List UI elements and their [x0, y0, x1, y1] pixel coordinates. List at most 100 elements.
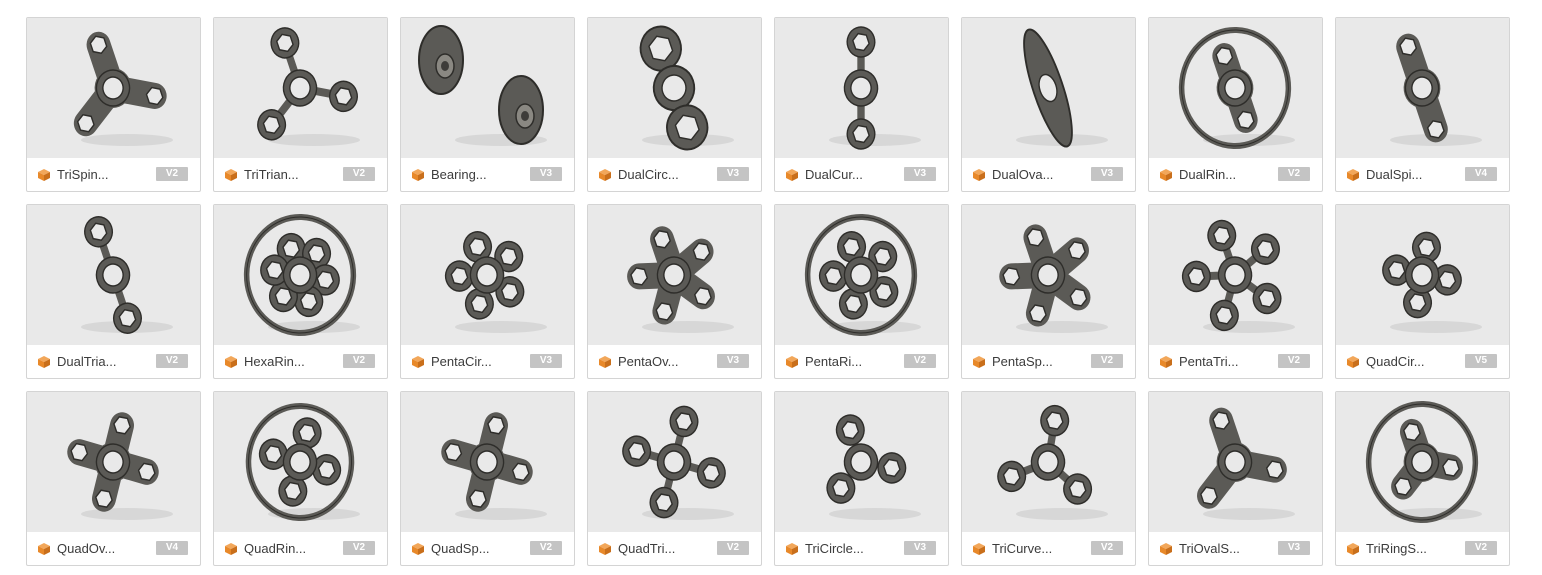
design-card[interactable]: PentaOv... V3 — [587, 204, 762, 379]
design-cube-icon — [599, 168, 611, 181]
design-cube-icon — [225, 168, 237, 181]
version-badge: V2 — [343, 167, 375, 181]
card-footer: DualRin... V2 — [1149, 158, 1322, 191]
version-badge: V2 — [717, 541, 749, 555]
fidget-spinner-model-image — [804, 214, 921, 336]
fidget-spinner-model-image — [418, 25, 547, 146]
design-cube-icon — [412, 168, 424, 181]
design-card[interactable]: TriCurve... V2 — [961, 391, 1136, 566]
design-thumbnail — [401, 392, 574, 532]
card-footer: DualOva... V3 — [962, 158, 1135, 191]
design-thumbnail — [214, 205, 387, 345]
card-footer: PentaCir... V3 — [401, 345, 574, 378]
design-thumbnail — [214, 392, 387, 532]
card-footer: PentaTri... V2 — [1149, 345, 1322, 378]
version-badge: V2 — [904, 354, 936, 368]
design-card[interactable]: PentaTri... V2 — [1148, 204, 1323, 379]
design-name: PentaSp... — [992, 354, 1053, 369]
design-card[interactable]: TriSpin... V2 — [26, 17, 201, 192]
design-card[interactable]: TriRingS... V2 — [1335, 391, 1510, 566]
fidget-spinner-model-image — [81, 216, 173, 334]
fidget-spinner-model-image — [1016, 28, 1108, 148]
design-thumbnail — [1336, 205, 1509, 345]
version-badge: V2 — [1278, 167, 1310, 181]
design-card[interactable]: QuadCir... V5 — [1335, 204, 1510, 379]
design-cube-icon — [225, 355, 237, 368]
design-cube-icon — [1347, 168, 1359, 181]
design-card[interactable]: DualOva... V3 — [961, 17, 1136, 192]
fidget-spinner-model-image — [444, 231, 547, 333]
card-footer: TriOvalS... V3 — [1149, 532, 1322, 565]
design-thumbnail — [214, 18, 387, 158]
design-card[interactable]: PentaRi... V2 — [774, 204, 949, 379]
design-thumbnail — [27, 205, 200, 345]
design-card[interactable]: DualSpi... V4 — [1335, 17, 1510, 192]
design-card[interactable]: QuadSp... V2 — [400, 391, 575, 566]
card-footer: DualCur... V3 — [775, 158, 948, 191]
design-cube-icon — [412, 355, 424, 368]
design-thumbnail — [588, 392, 761, 532]
design-card[interactable]: Bearing... V3 — [400, 17, 575, 192]
fidget-spinner-model-image — [997, 404, 1108, 520]
design-card[interactable]: PentaCir... V3 — [400, 204, 575, 379]
card-footer: TriRingS... V2 — [1336, 532, 1509, 565]
design-cube-icon — [786, 355, 798, 368]
version-badge: V2 — [1091, 354, 1123, 368]
design-card[interactable]: DualTria... V2 — [26, 204, 201, 379]
card-footer: QuadCir... V5 — [1336, 345, 1509, 378]
fidget-spinner-model-image — [826, 414, 921, 520]
version-badge: V4 — [156, 541, 188, 555]
version-badge: V2 — [1465, 541, 1497, 555]
design-card[interactable]: PentaSp... V2 — [961, 204, 1136, 379]
design-card[interactable]: QuadRin... V2 — [213, 391, 388, 566]
version-badge: V3 — [717, 167, 749, 181]
design-card[interactable]: DualCur... V3 — [774, 17, 949, 192]
version-badge: V2 — [1091, 541, 1123, 555]
design-name: HexaRin... — [244, 354, 305, 369]
fidget-spinner-model-image — [622, 405, 734, 520]
card-footer: PentaSp... V2 — [962, 345, 1135, 378]
design-card[interactable]: QuadTri... V2 — [587, 391, 762, 566]
design-name: TriCircle... — [805, 541, 864, 556]
design-thumbnail — [588, 18, 761, 158]
design-name: TriTrian... — [244, 167, 299, 182]
card-footer: DualCirc... V3 — [588, 158, 761, 191]
design-thumbnail — [401, 205, 574, 345]
version-badge: V2 — [156, 167, 188, 181]
design-cube-icon — [1160, 542, 1172, 555]
design-name: PentaOv... — [618, 354, 679, 369]
card-footer: PentaOv... V3 — [588, 345, 761, 378]
design-card[interactable]: TriOvalS... V3 — [1148, 391, 1323, 566]
design-thumbnail — [1336, 18, 1509, 158]
version-badge: V3 — [1091, 167, 1123, 181]
card-footer: TriSpin... V2 — [27, 158, 200, 191]
design-name: DualOva... — [992, 167, 1054, 182]
design-card[interactable]: DualCirc... V3 — [587, 17, 762, 192]
design-card[interactable]: TriCircle... V3 — [774, 391, 949, 566]
fidget-spinner-model-image — [73, 31, 173, 146]
design-name: DualRin... — [1179, 167, 1237, 182]
design-thumbnail — [962, 205, 1135, 345]
fidget-spinner-model-image — [1390, 33, 1482, 146]
design-card[interactable]: DualRin... V2 — [1148, 17, 1323, 192]
fidget-spinner-model-image — [1365, 401, 1482, 523]
design-card[interactable]: HexaRin... V2 — [213, 204, 388, 379]
design-name: QuadRin... — [244, 541, 307, 556]
version-badge: V2 — [343, 354, 375, 368]
design-thumbnail — [962, 18, 1135, 158]
design-name: Bearing... — [431, 167, 487, 182]
design-name: DualSpi... — [1366, 167, 1423, 182]
design-thumbnail — [27, 18, 200, 158]
design-cube-icon — [225, 542, 237, 555]
design-card[interactable]: QuadOv... V4 — [26, 391, 201, 566]
design-name: QuadTri... — [618, 541, 676, 556]
design-name: DualCur... — [805, 167, 863, 182]
fidget-spinner-model-image — [243, 214, 360, 336]
design-name: PentaRi... — [805, 354, 863, 369]
design-card[interactable]: TriTrian... V2 — [213, 17, 388, 192]
design-cube-icon — [38, 542, 50, 555]
fidget-spinner-model-image — [441, 412, 547, 520]
design-name: DualCirc... — [618, 167, 679, 182]
design-name: TriCurve... — [992, 541, 1053, 556]
design-cube-icon — [786, 542, 798, 555]
